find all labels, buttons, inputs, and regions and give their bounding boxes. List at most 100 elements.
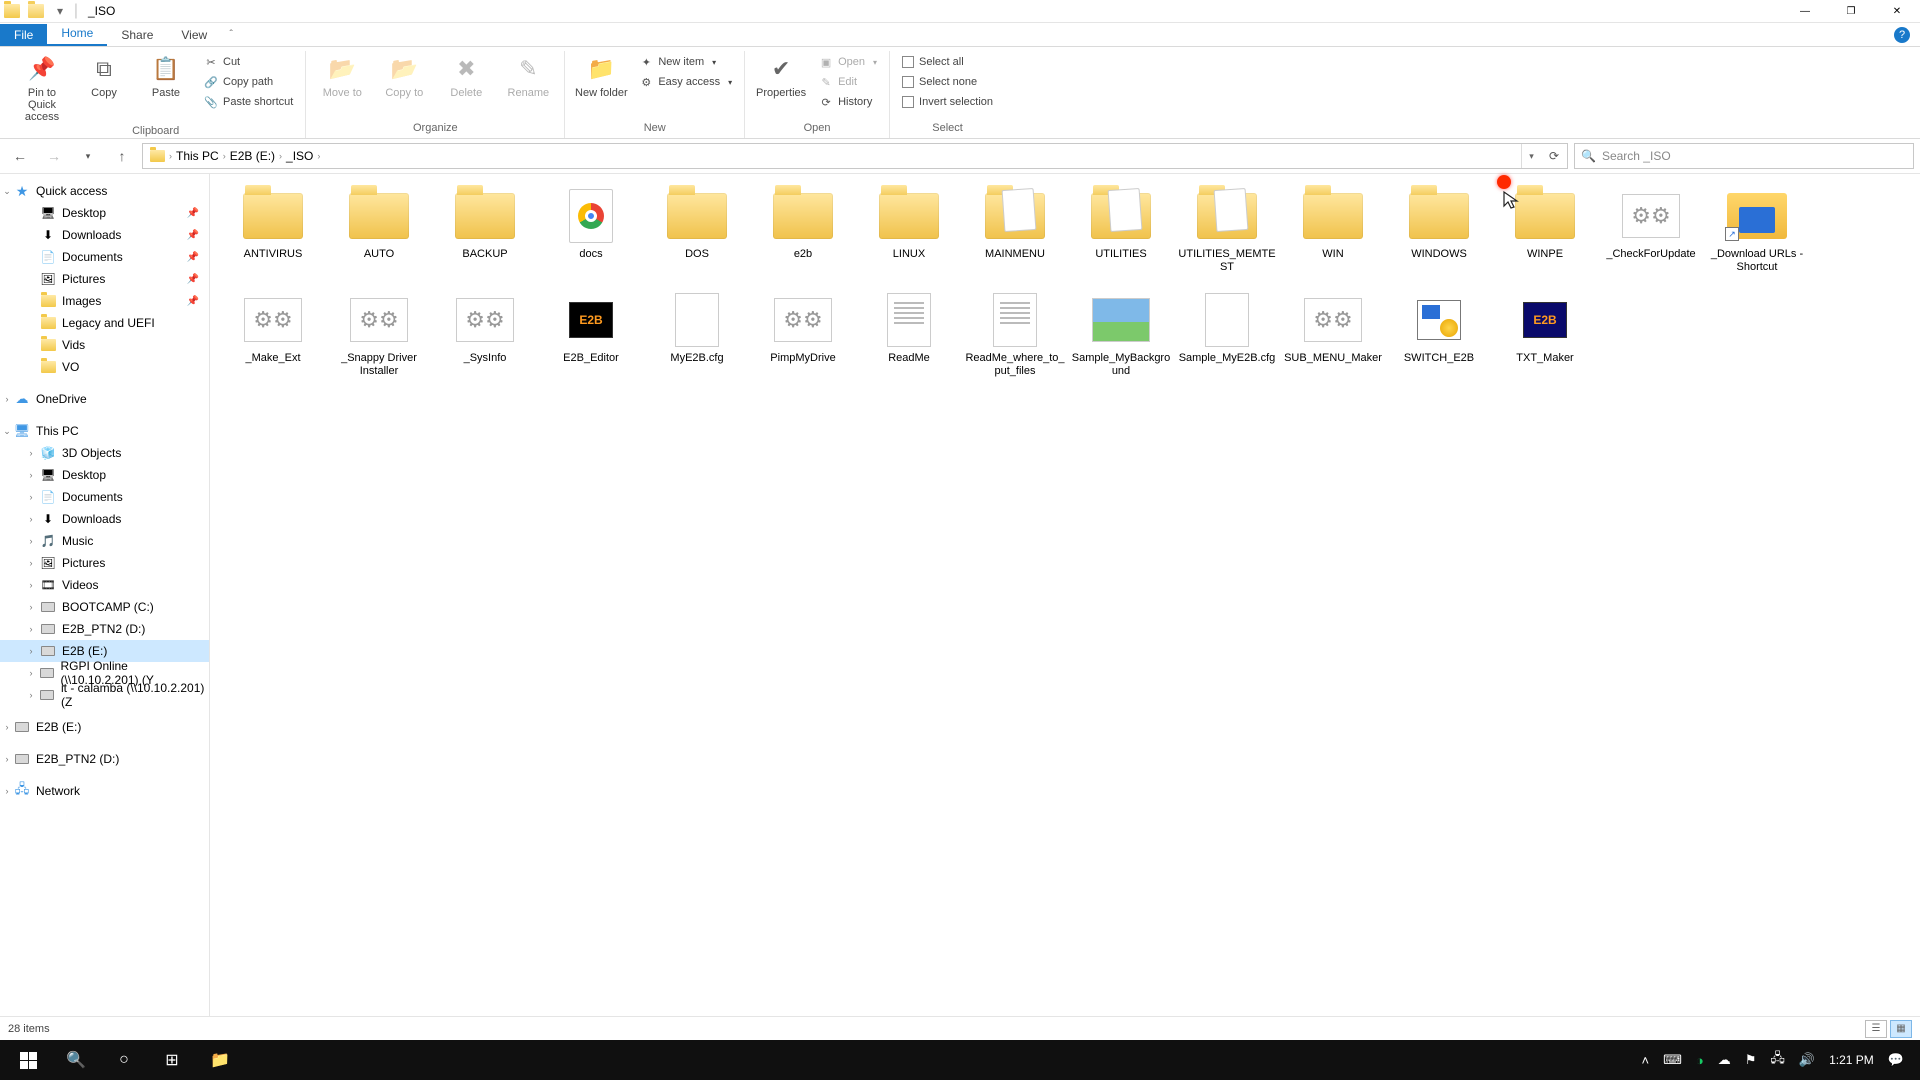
file-item[interactable]: ANTIVIRUS: [220, 188, 326, 274]
file-item[interactable]: WINDOWS: [1386, 188, 1492, 274]
invert-selection-button[interactable]: Invert selection: [898, 93, 997, 111]
properties-button[interactable]: ✔Properties: [753, 51, 809, 99]
file-item[interactable]: Sample_MyBackground: [1068, 292, 1174, 378]
tree-network[interactable]: ›🖧Network: [0, 780, 209, 802]
tree-e2bptn2[interactable]: ›E2B_PTN2 (D:): [0, 618, 209, 640]
tree-calamba[interactable]: ›it - calamba (\\10.10.2.201) (Z: [0, 684, 209, 706]
open-button[interactable]: ▣Open▾: [815, 53, 881, 71]
file-list[interactable]: ANTIVIRUSAUTOBACKUPdocsDOSe2bLINUXMAINME…: [210, 174, 1920, 1016]
tab-share[interactable]: Share: [107, 24, 167, 46]
file-item[interactable]: WIN: [1280, 188, 1386, 274]
file-item[interactable]: SWITCH_E2B: [1386, 292, 1492, 378]
select-all-button[interactable]: Select all: [898, 53, 997, 71]
large-icons-view-button[interactable]: ▦: [1890, 1020, 1912, 1038]
tree-videos[interactable]: ›🎞Videos: [0, 574, 209, 596]
system-tray[interactable]: ˄ ⌨ ◑ ☁ ⚑ 🖧 🔊 1:21 PM 💬: [1642, 1049, 1916, 1071]
tray-notifications-icon[interactable]: 💬: [1888, 1052, 1904, 1068]
paste-shortcut-button[interactable]: 📎Paste shortcut: [200, 93, 297, 111]
tab-home[interactable]: Home: [47, 22, 107, 46]
tree-desktop[interactable]: 🖥Desktop📌: [0, 202, 209, 224]
file-item[interactable]: Sample_MyE2B.cfg: [1174, 292, 1280, 378]
copy-to-button[interactable]: 📂Copy to: [376, 51, 432, 99]
tree-e2bptn2-loose[interactable]: ›E2B_PTN2 (D:): [0, 748, 209, 770]
tree-legacy[interactable]: Legacy and UEFI: [0, 312, 209, 334]
details-view-button[interactable]: ☰: [1865, 1020, 1887, 1038]
history-button[interactable]: ⟳History: [815, 93, 881, 111]
crumb-this-pc[interactable]: This PC›: [176, 149, 226, 163]
select-none-button[interactable]: Select none: [898, 73, 997, 91]
cortana-button[interactable]: ○: [100, 1040, 148, 1080]
address-dropdown-icon[interactable]: ▾: [1521, 144, 1541, 168]
tab-file[interactable]: File: [0, 24, 47, 46]
tree-pictures2[interactable]: ›🖼Pictures: [0, 552, 209, 574]
tray-onedrive-icon[interactable]: ☁: [1718, 1052, 1731, 1068]
forward-button[interactable]: →: [40, 143, 68, 169]
crumb-drive[interactable]: E2B (E:)›: [230, 149, 282, 163]
pin-to-quick-access-button[interactable]: 📌 Pin to Quick access: [14, 51, 70, 123]
rename-button[interactable]: ✎Rename: [500, 51, 556, 99]
cut-button[interactable]: ✂Cut: [200, 53, 297, 71]
file-item[interactable]: ⚙⚙PimpMyDrive: [750, 292, 856, 378]
tree-vo[interactable]: VO: [0, 356, 209, 378]
file-item[interactable]: AUTO: [326, 188, 432, 274]
tree-documents2[interactable]: ›📄Documents: [0, 486, 209, 508]
file-item[interactable]: MyE2B.cfg: [644, 292, 750, 378]
recent-locations-button[interactable]: ▾: [74, 143, 102, 169]
taskbar-search-button[interactable]: 🔍: [52, 1040, 100, 1080]
ribbon-toggle-icon[interactable]: ˆ: [221, 29, 241, 40]
address-bar[interactable]: › This PC› E2B (E:)› _ISO› ▾ ⟳: [142, 143, 1568, 169]
file-item[interactable]: ⚙⚙SUB_MENU_Maker: [1280, 292, 1386, 378]
crumb-folder[interactable]: _ISO›: [286, 149, 320, 163]
tree-vids[interactable]: Vids: [0, 334, 209, 356]
tray-volume-icon[interactable]: 🔊: [1799, 1052, 1815, 1068]
qat-dropdown[interactable]: ▾: [48, 0, 72, 22]
help-icon[interactable]: ?: [1894, 27, 1910, 43]
tree-documents[interactable]: 📄Documents📌: [0, 246, 209, 268]
close-button[interactable]: ✕: [1874, 0, 1920, 22]
easy-access-button[interactable]: ⚙Easy access▾: [635, 73, 736, 91]
back-button[interactable]: ←: [6, 143, 34, 169]
copy-button[interactable]: ⧉ Copy: [76, 51, 132, 99]
taskbar[interactable]: 🔍 ○ ⊞ 📁 ˄ ⌨ ◑ ☁ ⚑ 🖧 🔊 1:21 PM 💬: [0, 1040, 1920, 1080]
search-box[interactable]: 🔍 Search _ISO: [1574, 143, 1914, 169]
start-button[interactable]: [4, 1040, 52, 1080]
up-button[interactable]: ↑: [108, 143, 136, 169]
tray-app-icon[interactable]: ◑: [1696, 1053, 1704, 1068]
file-item[interactable]: ⚙⚙_SysInfo: [432, 292, 538, 378]
refresh-button[interactable]: ⟳: [1543, 144, 1565, 168]
navigation-tree[interactable]: ⌄★Quick access 🖥Desktop📌 ⬇Downloads📌 📄Do…: [0, 174, 210, 1016]
tray-network-icon[interactable]: 🖧: [1770, 1049, 1785, 1071]
file-item[interactable]: docs: [538, 188, 644, 274]
minimize-button[interactable]: —: [1782, 0, 1828, 22]
file-item[interactable]: ReadMe_where_to_put_files: [962, 292, 1068, 378]
file-item[interactable]: DOS: [644, 188, 750, 274]
qat-folder-icon[interactable]: [0, 0, 24, 22]
tray-clock[interactable]: 1:21 PM: [1829, 1053, 1874, 1067]
file-item[interactable]: ⚙⚙_Snappy Driver Installer: [326, 292, 432, 378]
file-item[interactable]: MAINMENU: [962, 188, 1068, 274]
new-item-button[interactable]: ✦New item▾: [635, 53, 736, 71]
task-view-button[interactable]: ⊞: [148, 1040, 196, 1080]
file-item[interactable]: E2BTXT_Maker: [1492, 292, 1598, 378]
tree-this-pc[interactable]: ⌄🖥This PC: [0, 420, 209, 442]
tree-desktop2[interactable]: ›🖥Desktop: [0, 464, 209, 486]
tree-quick-access[interactable]: ⌄★Quick access: [0, 180, 209, 202]
file-item[interactable]: UTILITIES_MEMTEST: [1174, 188, 1280, 274]
tray-security-icon[interactable]: ⚑: [1745, 1052, 1757, 1068]
tree-images[interactable]: Images📌: [0, 290, 209, 312]
tab-view[interactable]: View: [167, 24, 221, 46]
file-item[interactable]: ⚙⚙_CheckForUpdate: [1598, 188, 1704, 274]
tree-3d-objects[interactable]: ›🧊3D Objects: [0, 442, 209, 464]
tray-keyboard-icon[interactable]: ⌨: [1663, 1052, 1682, 1068]
file-item[interactable]: ⚙⚙_Make_Ext: [220, 292, 326, 378]
file-item[interactable]: ↗_Download URLs - Shortcut: [1704, 188, 1810, 274]
tree-pictures[interactable]: 🖼Pictures📌: [0, 268, 209, 290]
edit-button[interactable]: ✎Edit: [815, 73, 881, 91]
file-item[interactable]: BACKUP: [432, 188, 538, 274]
file-item[interactable]: LINUX: [856, 188, 962, 274]
file-item[interactable]: UTILITIES: [1068, 188, 1174, 274]
maximize-button[interactable]: ❐: [1828, 0, 1874, 22]
tree-e2b-loose[interactable]: ›E2B (E:): [0, 716, 209, 738]
file-item[interactable]: e2b: [750, 188, 856, 274]
tree-downloads[interactable]: ⬇Downloads📌: [0, 224, 209, 246]
